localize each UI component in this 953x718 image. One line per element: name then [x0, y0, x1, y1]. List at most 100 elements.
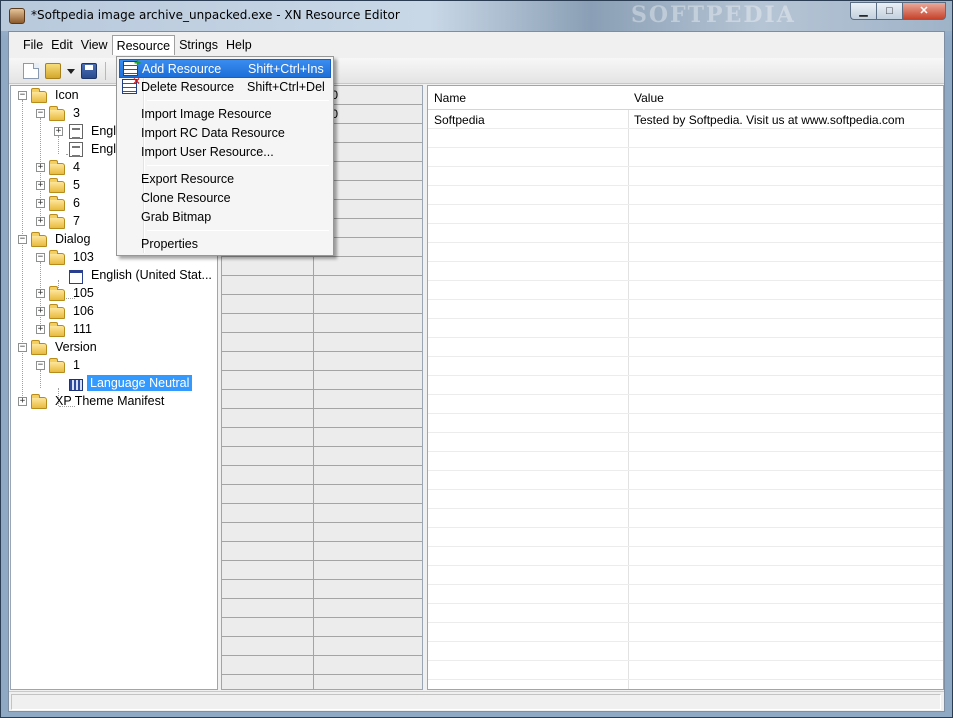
tree-node-language-neutral[interactable]: Language Neutral: [87, 375, 193, 391]
table-row[interactable]: [428, 129, 943, 148]
minimize-button[interactable]: ▁: [850, 2, 876, 20]
tree-node-engl-2[interactable]: Engl: [91, 142, 116, 156]
open-dropdown-arrow-icon[interactable]: [67, 69, 75, 74]
table-row[interactable]: [428, 395, 943, 414]
tree-node-4[interactable]: 4: [73, 160, 80, 174]
grid-row[interactable]: [222, 428, 422, 447]
menu-item-grab-bitmap[interactable]: Grab Bitmap: [119, 208, 331, 227]
table-row[interactable]: [428, 281, 943, 300]
table-row[interactable]: [428, 528, 943, 547]
tree-node-version[interactable]: Version: [55, 340, 97, 354]
table-row[interactable]: [428, 604, 943, 623]
grid-row[interactable]: [222, 561, 422, 580]
grid-row[interactable]: [222, 656, 422, 675]
table-row[interactable]: [428, 452, 943, 471]
grid-row[interactable]: [222, 485, 422, 504]
grid-row[interactable]: [222, 447, 422, 466]
menu-strings[interactable]: Strings: [175, 35, 222, 55]
menu-item-import-rc-data-resource[interactable]: Import RC Data Resource: [119, 124, 331, 143]
tree-expand-icon[interactable]: +: [36, 181, 45, 190]
grid-row[interactable]: [222, 618, 422, 637]
grid-row[interactable]: [222, 504, 422, 523]
tree-collapse-icon[interactable]: −: [18, 343, 27, 352]
tree-collapse-icon[interactable]: −: [36, 361, 45, 370]
maximize-button[interactable]: □: [876, 2, 902, 20]
menu-item-import-image-resource[interactable]: Import Image Resource: [119, 105, 331, 124]
table-row[interactable]: [428, 661, 943, 680]
tree-expand-icon[interactable]: +: [36, 199, 45, 208]
grid-row[interactable]: [222, 599, 422, 618]
table-row[interactable]: [428, 376, 943, 395]
menu-help[interactable]: Help: [222, 35, 256, 55]
grid-row[interactable]: [222, 523, 422, 542]
table-row[interactable]: [428, 148, 943, 167]
column-header-value[interactable]: Value: [634, 91, 664, 105]
tree-collapse-icon[interactable]: −: [36, 109, 45, 118]
menu-file[interactable]: File: [19, 35, 47, 55]
grid-row[interactable]: [222, 257, 422, 276]
grid-row[interactable]: [222, 637, 422, 656]
tree-expand-icon[interactable]: +: [36, 289, 45, 298]
tree-collapse-icon[interactable]: −: [18, 91, 27, 100]
tree-node-105[interactable]: 105: [73, 286, 94, 300]
tree-node-6[interactable]: 6: [73, 196, 80, 210]
table-row[interactable]: [428, 471, 943, 490]
tree-expand-icon[interactable]: +: [18, 397, 27, 406]
table-row[interactable]: [428, 167, 943, 186]
tree-node-106[interactable]: 106: [73, 304, 94, 318]
tree-node-7[interactable]: 7: [73, 214, 80, 228]
table-row[interactable]: [428, 186, 943, 205]
table-row[interactable]: [428, 566, 943, 585]
menu-item-add-resource[interactable]: Add Resource Shift+Ctrl+Ins: [119, 56, 331, 78]
menu-item-clone-resource[interactable]: Clone Resource: [119, 189, 331, 208]
tree-node-1[interactable]: 1: [73, 358, 80, 372]
table-row[interactable]: [428, 642, 943, 661]
table-row[interactable]: [428, 585, 943, 604]
grid-row[interactable]: [222, 409, 422, 428]
app-icon[interactable]: [9, 8, 25, 24]
column-header-name[interactable]: Name: [434, 91, 466, 105]
menu-view[interactable]: View: [77, 35, 112, 55]
table-row[interactable]: [428, 319, 943, 338]
grid-row[interactable]: [222, 466, 422, 485]
table-row[interactable]: [428, 623, 943, 642]
grid-row[interactable]: [222, 580, 422, 599]
table-row[interactable]: [428, 433, 943, 452]
table-row[interactable]: [428, 262, 943, 281]
new-file-icon[interactable]: [23, 63, 39, 79]
tree-collapse-icon[interactable]: −: [18, 235, 27, 244]
table-row[interactable]: [428, 357, 943, 376]
table-row[interactable]: [428, 509, 943, 528]
grid-row[interactable]: [222, 542, 422, 561]
table-row[interactable]: [428, 243, 943, 262]
save-icon[interactable]: [81, 63, 97, 79]
menu-resource[interactable]: Resource: [111, 35, 176, 55]
grid-row[interactable]: [222, 314, 422, 333]
menu-edit[interactable]: Edit: [47, 35, 77, 55]
tree-node-111[interactable]: 111: [73, 322, 92, 336]
grid-row[interactable]: [222, 675, 422, 689]
grid-row[interactable]: [222, 352, 422, 371]
menu-item-properties[interactable]: Properties: [119, 235, 331, 254]
table-row[interactable]: [428, 490, 943, 509]
menu-item-import-user-resource[interactable]: Import User Resource...: [119, 143, 331, 162]
tree-collapse-icon[interactable]: −: [36, 253, 45, 262]
tree-expand-icon[interactable]: +: [36, 307, 45, 316]
title-bar[interactable]: *Softpedia image archive_unpacked.exe - …: [1, 1, 952, 31]
tree-node-5[interactable]: 5: [73, 178, 80, 192]
open-folder-icon[interactable]: [45, 63, 61, 79]
table-row[interactable]: [428, 224, 943, 243]
menu-item-delete-resource[interactable]: Delete Resource Shift+Ctrl+Del: [119, 74, 331, 97]
grid-row[interactable]: [222, 333, 422, 352]
tree-expand-icon[interactable]: +: [36, 217, 45, 226]
tree-expand-icon[interactable]: +: [36, 163, 45, 172]
close-button[interactable]: ✕: [902, 2, 946, 20]
table-row[interactable]: [428, 205, 943, 224]
table-row[interactable]: [428, 414, 943, 433]
tree-node-engl-1[interactable]: Engl: [91, 124, 116, 138]
tree-node-3[interactable]: 3: [73, 106, 80, 120]
tree-expand-icon[interactable]: +: [54, 127, 63, 136]
tree-node-english-united-states[interactable]: English (United Stat...: [91, 268, 212, 282]
table-row[interactable]: [428, 300, 943, 319]
tree-node-icon[interactable]: Icon: [55, 88, 79, 102]
